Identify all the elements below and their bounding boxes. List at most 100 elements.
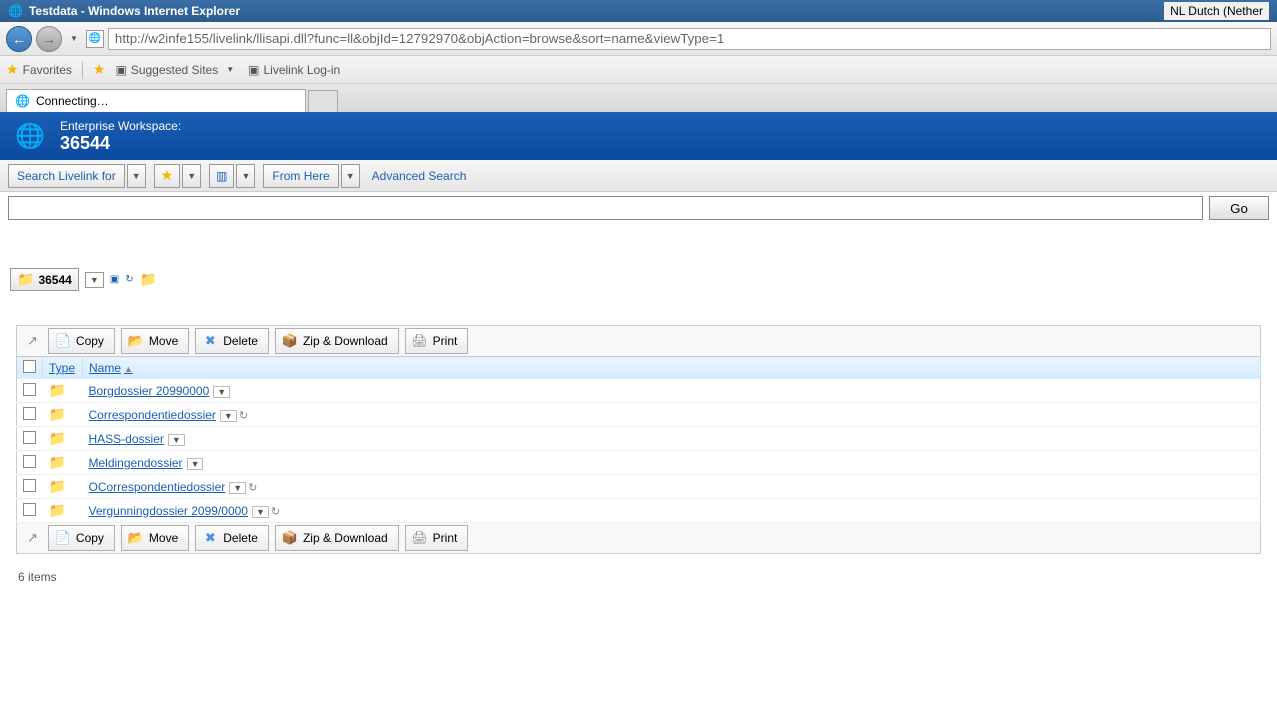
forward-button[interactable]: → [36,26,62,52]
row-checkbox[interactable] [23,479,36,492]
go-button[interactable]: Go [1209,196,1269,220]
copy-button[interactable]: 📄Copy [48,525,115,551]
language-indicator[interactable]: NL Dutch (Nether [1164,2,1269,20]
file-name-link[interactable]: Meldingendossier [89,456,183,470]
breadcrumb-bar: 📁 36544 ▼ ▣ ↻ 📁 [0,264,1277,295]
search-toolbar: Search Livelink for ▼ ★ ▼ ▥ ▼ From Here … [0,160,1277,192]
col-type[interactable]: Type [43,357,83,380]
workspace-header: 🌐 Enterprise Workspace: 36544 [0,112,1277,160]
nav-history-dropdown[interactable]: ▼ [66,34,82,43]
copy-icon: 📄 [55,530,71,546]
move-button[interactable]: 📂Move [121,328,189,354]
sort-asc-icon: ▲ [124,364,133,374]
search-from-dropdown[interactable]: ▼ [341,164,360,188]
print-button[interactable]: 🖨Print [405,525,469,551]
star-icon: ★ [161,167,174,184]
loading-icon: 🌐 [15,94,30,108]
workspace-id: 36544 [60,133,181,154]
table-row: 📁Correspondentiedossier▼↻ [17,403,1261,427]
delete-button[interactable]: ✖Delete [195,328,269,354]
zip-download-button[interactable]: 📦Zip & Download [275,328,399,354]
suggested-sites-link[interactable]: ▣ Suggested Sites ▼ [115,63,238,77]
row-menu-dropdown[interactable]: ▼ [252,506,269,518]
favorites-bar: ★ Favorites ★ ▣ Suggested Sites ▼ ▣ Live… [0,56,1277,84]
row-checkbox[interactable] [23,383,36,396]
refresh-icon[interactable]: ↻ [125,274,133,285]
select-toggle-icon[interactable]: ↗ [23,530,42,546]
item-count: 6 items [0,554,1277,600]
file-name-link[interactable]: HASS-dossier [89,432,164,446]
page-icon: ▣ [248,63,259,77]
row-checkbox[interactable] [23,431,36,444]
bottom-toolbar: ↗ 📄Copy 📂Move ✖Delete 📦Zip & Download 🖨P… [16,523,1261,554]
ie-icon: 🌐 [8,4,23,18]
star-icon: ★ [6,61,19,78]
favorites-search-dropdown[interactable]: ▼ [182,164,201,188]
livelink-login-link[interactable]: ▣ Livelink Log-in [248,63,340,77]
view-button[interactable]: ▥ [209,164,234,188]
breadcrumb-label: 36544 [38,273,71,287]
print-icon: 🖨 [412,530,428,546]
move-button[interactable]: 📂Move [121,525,189,551]
print-button[interactable]: 🖨Print [405,328,469,354]
file-name-link[interactable]: Correspondentiedossier [89,408,216,422]
search-scope-dropdown[interactable]: ▼ [127,164,146,188]
folder-icon: 📁 [49,502,66,518]
copy-button[interactable]: 📄Copy [48,328,115,354]
add-favorite-button[interactable]: ★ [93,61,106,78]
new-tab-button[interactable] [308,90,338,112]
row-menu-dropdown[interactable]: ▼ [168,434,185,446]
browser-tab[interactable]: 🌐 Connecting… [6,89,306,112]
favorites-label: Favorites [23,63,72,77]
view-dropdown[interactable]: ▼ [236,164,255,188]
favorites-search-button[interactable]: ★ [154,164,181,188]
top-toolbar: ↗ 📄Copy 📂Move ✖Delete 📦Zip & Download 🖨P… [16,325,1261,356]
row-menu-dropdown[interactable]: ▼ [229,482,246,494]
page-icon: 🌐 [86,30,104,48]
zip-download-button[interactable]: 📦Zip & Download [275,525,399,551]
row-checkbox[interactable] [23,503,36,516]
col-name[interactable]: Name▲ [83,357,1261,380]
folder-icon: 📁 [49,454,66,470]
file-name-link[interactable]: OCorrespondentiedossier [89,480,226,494]
col-checkbox[interactable] [17,357,43,380]
select-toggle-icon[interactable]: ↗ [23,333,42,349]
row-checkbox[interactable] [23,407,36,420]
breadcrumb-dropdown[interactable]: ▼ [85,272,104,288]
file-name-link[interactable]: Vergunningdossier 2099/0000 [89,504,248,518]
row-menu-dropdown[interactable]: ▼ [213,386,230,398]
delete-icon: ✖ [202,530,218,546]
add-star-icon: ★ [93,61,106,78]
window-title: Testdata - Windows Internet Explorer [29,4,240,18]
separator [82,61,83,79]
folder-icon: 📁 [17,271,34,288]
move-icon: 📂 [128,333,144,349]
row-menu-dropdown[interactable]: ▼ [220,410,237,422]
back-button[interactable]: ← [6,26,32,52]
window-titlebar: 🌐 Testdata - Windows Internet Explorer N… [0,0,1277,22]
row-menu-dropdown[interactable]: ▼ [187,458,204,470]
address-bar[interactable] [108,28,1271,50]
folder-up-icon[interactable]: 📁 [140,271,157,288]
table-row: 📁Vergunningdossier 2099/0000▼↻ [17,499,1261,523]
folder-icon: 📁 [49,430,66,446]
delete-button[interactable]: ✖Delete [195,525,269,551]
search-input-row: Go [0,192,1277,224]
search-input[interactable] [8,196,1203,220]
move-icon: 📂 [128,530,144,546]
tab-label: Connecting… [36,94,109,108]
select-all-checkbox[interactable] [23,360,36,373]
sync-icon: ↻ [239,410,248,422]
livelink-login-label: Livelink Log-in [264,63,341,77]
favorites-button[interactable]: ★ Favorites [6,61,72,78]
row-checkbox[interactable] [23,455,36,468]
print-icon: 🖨 [412,333,428,349]
advanced-search-link[interactable]: Advanced Search [372,169,467,183]
folder-icon: 📁 [49,478,66,494]
search-scope-button[interactable]: Search Livelink for [8,164,125,188]
table-row: 📁 HASS-dossier ▼ [17,427,1261,451]
search-from-button[interactable]: From Here [263,164,338,188]
expand-icon[interactable]: ▣ [110,274,119,285]
breadcrumb-current[interactable]: 📁 36544 [10,268,79,291]
file-name-link[interactable]: Borgdossier 20990000 [89,384,210,398]
